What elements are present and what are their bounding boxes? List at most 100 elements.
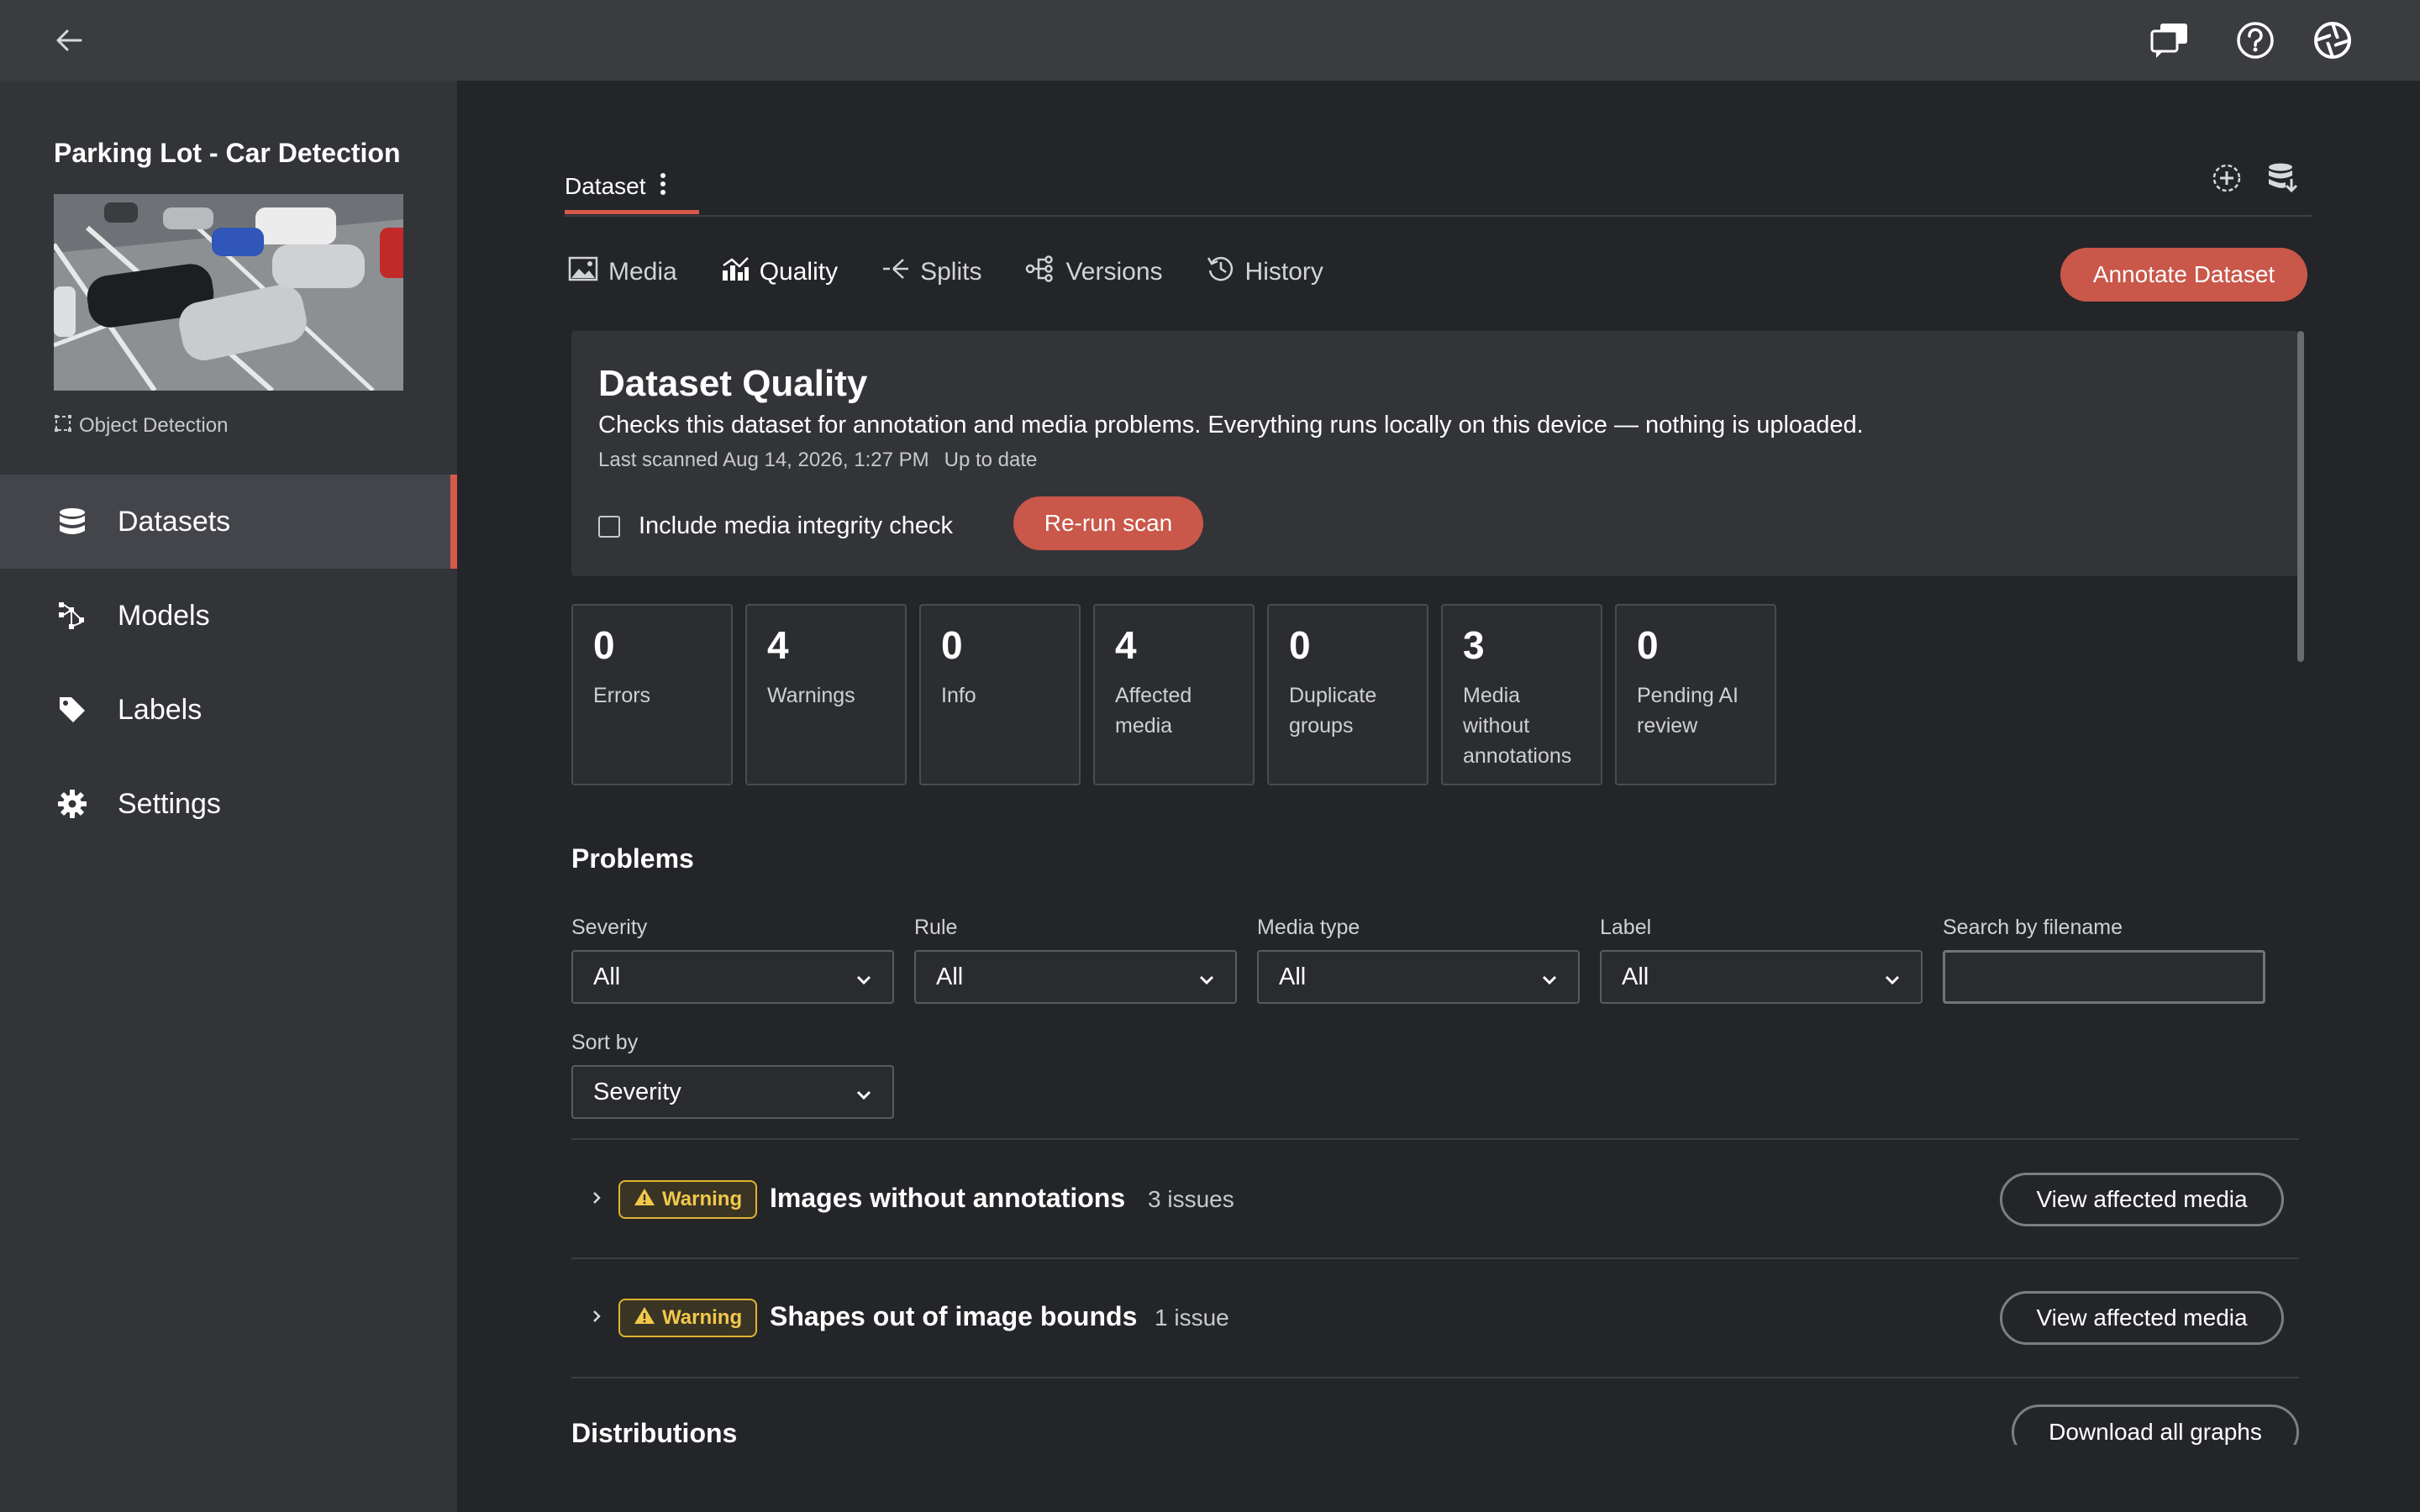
feedback-chat-icon[interactable] [2146,17,2193,64]
add-circle-icon[interactable] [2208,160,2245,197]
kebab-menu-icon[interactable] [660,172,666,202]
stat-value: 4 [767,623,789,667]
sidebar-item-settings[interactable]: Settings [0,757,457,851]
severity-filter-label: Severity [571,916,648,939]
project-type: Object Detection [54,413,228,438]
chevron-down-icon [1539,969,1560,996]
up-to-date-text: Up to date [944,449,1038,471]
warning-badge: Warning [618,1180,758,1219]
rule-select-value: All [936,963,964,990]
history-icon [1207,255,1235,290]
dataset-import-icon[interactable] [2264,160,2301,197]
stat-value: 0 [1289,623,1311,667]
tab-versions[interactable]: Versions [1025,255,1163,289]
chevron-right-icon[interactable] [588,1306,605,1331]
database-icon [55,505,89,538]
stat-card-duplicate-groups: 0 Duplicate groups [1267,604,1428,785]
annotate-dataset-button[interactable]: Annotate Dataset [2060,248,2307,302]
rule-select[interactable]: All [914,950,1237,1004]
stat-card-info: 0 Info [919,604,1081,785]
tag-icon [55,693,89,727]
stat-card-warnings: 4 Warnings [745,604,907,785]
scan-status: Last scanned Aug 14, 2026, 1:27 PM Up to… [598,449,1037,472]
problem-count: 1 issue [1155,1305,1229,1331]
tab-label: Media [608,258,677,286]
versions-icon [1025,255,1055,289]
search-filter-label: Search by filename [1943,916,2123,939]
tab-label: History [1244,258,1323,286]
rule-filter-label: Rule [914,916,958,939]
warning-triangle-icon [634,1187,655,1213]
stat-value: 4 [1115,623,1137,667]
app-logo-icon[interactable] [2309,17,2356,64]
help-circle-icon[interactable] [2232,17,2279,64]
tab-dataset-label: Dataset [565,173,646,199]
stat-value: 0 [1637,623,1659,667]
subtab-bar: Media Quality Splits Versions History [568,252,1367,292]
media-type-select-value: All [1279,963,1307,990]
stat-label: Pending AI review [1637,683,1739,738]
tab-splits[interactable]: Splits [881,256,981,288]
severity-select[interactable]: All [571,950,894,1004]
stat-value: 0 [941,623,963,667]
warning-triangle-icon [634,1305,655,1331]
problems-heading: Problems [571,843,694,874]
view-affected-media-button[interactable]: View affected media [2000,1173,2284,1226]
quality-description: Checks this dataset for annotation and m… [598,412,1864,438]
rerun-scan-button[interactable]: Re-run scan [1013,496,1203,550]
sidebar-item-models[interactable]: Models [0,569,457,663]
image-icon [568,256,598,288]
tab-dataset[interactable]: Dataset [565,160,666,213]
tab-quality[interactable]: Quality [721,255,838,289]
top-bar [0,0,2420,81]
stat-label: Warnings [767,683,855,707]
divider [571,1377,2299,1378]
integrity-check-option[interactable]: Include media integrity check [598,512,953,540]
tab-label: Quality [759,258,839,286]
tab-media[interactable]: Media [568,256,677,288]
sidebar-item-datasets[interactable]: Datasets [0,475,457,569]
stat-card-affected-media: 4 Affected media [1093,604,1255,785]
stat-card-media-without-annotations: 3 Media without annotations [1441,604,1602,785]
tab-label: Splits [920,258,982,286]
media-type-select[interactable]: All [1257,950,1580,1004]
label-select[interactable]: All [1600,950,1923,1004]
sidebar-item-label: Datasets [118,505,231,538]
sort-select[interactable]: Severity [571,1065,894,1119]
scrollbar[interactable] [2297,331,2304,662]
bounding-box-icon [54,414,72,438]
problem-row: Warning Shapes out of image bounds 1 iss… [571,1259,2299,1377]
stat-label: Errors [593,683,651,707]
filename-search-input[interactable] [1943,950,2265,1004]
label-select-value: All [1622,963,1649,990]
integrity-check-checkbox[interactable] [598,515,620,538]
chevron-down-icon [854,969,874,996]
severity-label: Warning [662,1306,743,1329]
stat-label: Media without annotations [1463,683,1572,768]
download-all-graphs-button[interactable]: Download all graphs [2012,1404,2299,1445]
media-type-filter-label: Media type [1257,916,1360,939]
integrity-check-label: Include media integrity check [639,512,953,539]
problem-row: Warning Images without annotations 3 iss… [571,1141,2299,1258]
sidebar-item-label: Settings [118,787,221,820]
project-thumbnail[interactable] [54,194,403,391]
problem-title: Shapes out of image bounds [770,1301,1138,1331]
sidebar-item-labels[interactable]: Labels [0,663,457,757]
divider [571,1138,2299,1140]
split-icon [881,256,910,288]
chevron-down-icon [1882,969,1902,996]
tab-divider [565,215,2312,217]
sidebar-item-label: Models [118,599,210,632]
quality-panel: Dataset Quality Checks this dataset for … [571,331,2299,576]
project-type-label: Object Detection [79,414,229,437]
chevron-right-icon[interactable] [588,1188,605,1212]
stat-value: 3 [1463,623,1485,667]
severity-label: Warning [662,1188,743,1210]
stat-label: Info [941,683,976,707]
chart-icon [721,255,750,289]
problem-title: Images without annotations [770,1183,1126,1213]
tab-history[interactable]: History [1207,255,1323,290]
stat-value: 0 [593,623,615,667]
view-affected-media-button[interactable]: View affected media [2000,1291,2284,1345]
arrow-left-icon[interactable] [45,17,92,64]
